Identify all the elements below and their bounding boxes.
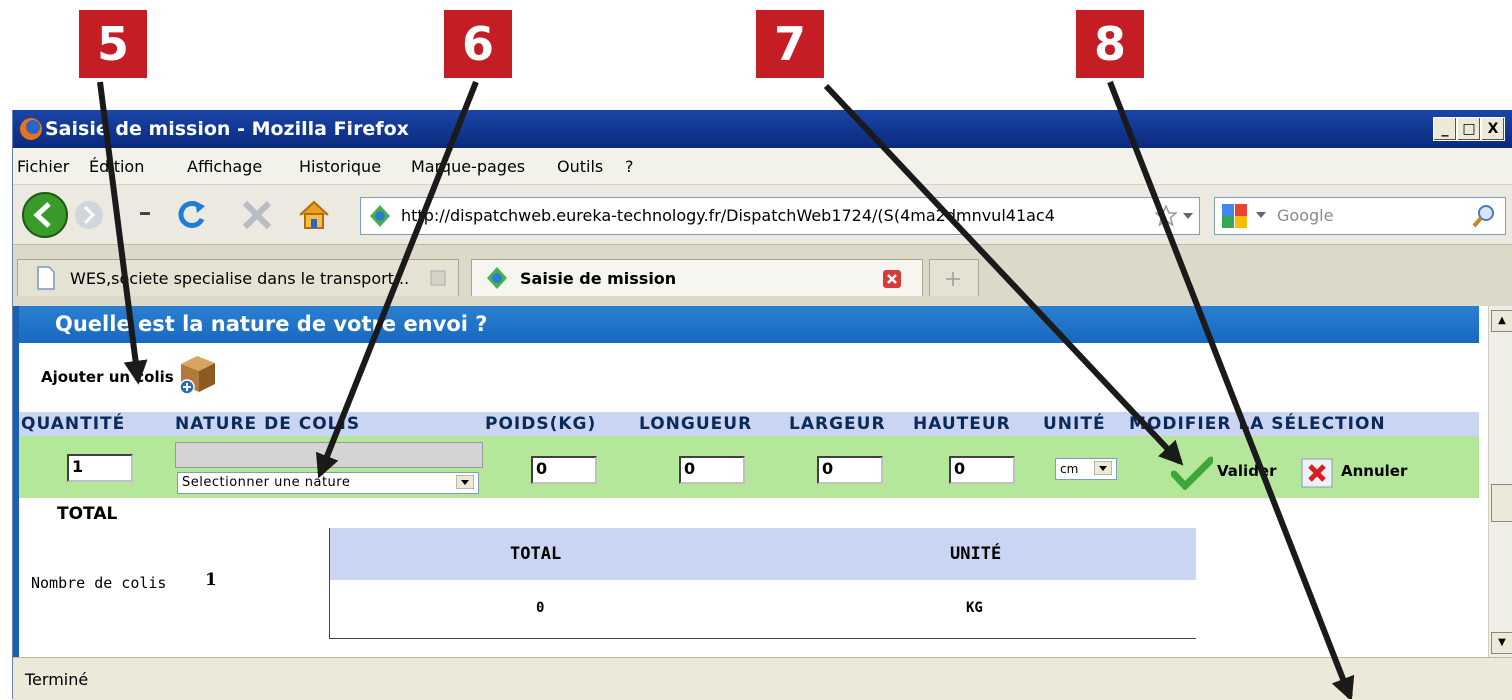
arrow-6 xyxy=(315,80,479,479)
arrow-7 xyxy=(823,83,1184,466)
arrow-5 xyxy=(97,81,148,385)
annotation-arrows xyxy=(97,80,1355,699)
arrow-8 xyxy=(1107,80,1355,699)
